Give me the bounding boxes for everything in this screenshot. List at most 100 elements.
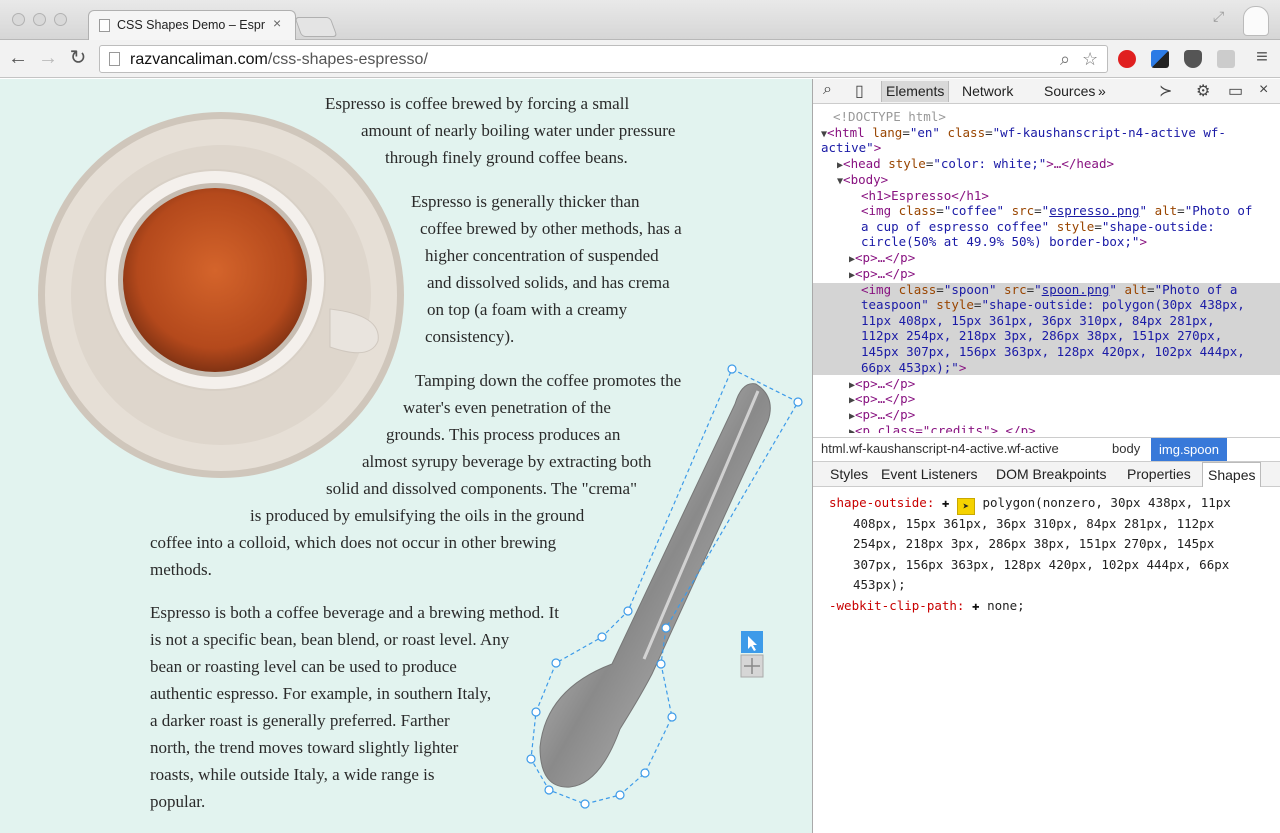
article-paragraph-4-line-4: authentic espresso. For example, in sout… <box>150 684 492 703</box>
fullscreen-icon[interactable]: ⤢ <box>1213 8 1224 25</box>
browser-tab[interactable]: CSS Shapes Demo – Espres × <box>88 10 296 41</box>
dom-p-5[interactable]: ▶<p>…</p> <box>849 407 915 425</box>
breadcrumb-img-spoon[interactable]: img.spoon <box>1151 438 1227 461</box>
menu-icon[interactable]: ≡ <box>1250 46 1274 68</box>
page-icon <box>109 52 120 66</box>
address-bar[interactable]: razvancaliman.com/css-shapes-espresso/ ⌕… <box>99 45 1108 73</box>
article-paragraph-4-line-6: north, the trend moves toward slightly l… <box>150 738 459 757</box>
back-arrow-icon[interactable]: ← <box>6 47 30 69</box>
article-paragraph-1-line-3: through finely ground coffee beans. <box>385 148 628 167</box>
article-paragraph-1-line-2: amount of nearly boiling water under pre… <box>361 121 676 140</box>
forward-arrow-icon[interactable]: → <box>36 47 60 69</box>
dom-html-class-value-2: active" <box>821 140 874 155</box>
tab-title: CSS Shapes Demo – Espres <box>117 18 265 32</box>
dom-img-coffee-src-link[interactable]: espresso.png <box>1049 203 1139 218</box>
shape-editor-select-tool-icon[interactable] <box>741 631 763 653</box>
tab-elements[interactable]: Elements <box>881 81 950 102</box>
shape-outside-value-2: 408px, 15px 361px, 36px 310px, 84px 281p… <box>853 516 1215 531</box>
dom-img-coffee-cont-2: circle(50% at 49.9% 50%) border-box;"> <box>861 234 1147 249</box>
article-paragraph-4-line-5: a darker roast is generally preferred. F… <box>150 711 450 730</box>
shape-editor-move-tool-icon[interactable] <box>740 654 764 678</box>
article-paragraph-2-line-1: Espresso is generally thicker than <box>411 192 640 211</box>
add-shape-plus-icon[interactable]: ✚ <box>942 495 950 510</box>
dom-img-coffee[interactable]: <img class="coffee" src="espresso.png" a… <box>861 203 1252 219</box>
dom-img-coffee-style-2: circle(50% at 49.9% 50%) border-box;" <box>861 234 1140 249</box>
tab-close-icon[interactable]: × <box>273 15 281 31</box>
inspect-search-icon[interactable]: ⌕ <box>823 81 832 99</box>
new-tab-button[interactable] <box>294 17 338 37</box>
pocket-extension-icon[interactable] <box>1184 50 1202 68</box>
add-clip-path-plus-icon[interactable]: ✚ <box>972 598 980 613</box>
dom-img-spoon-style-5: 66px 453px);" <box>861 360 959 375</box>
more-tabs-button[interactable]: » <box>1098 83 1106 99</box>
shape-outside-value-4: 307px, 156px 363px, 128px 420px, 102px 4… <box>853 557 1230 572</box>
delicious-extension-icon[interactable] <box>1151 50 1169 68</box>
dom-p-credits[interactable]: ▶<p class="credits">…</p> <box>849 423 1036 433</box>
dom-body[interactable]: ▼<body> <box>837 172 888 190</box>
close-devtools-icon[interactable]: × <box>1259 81 1268 99</box>
dom-h1[interactable]: <h1>Espresso</h1> <box>861 188 989 204</box>
dom-img-spoon-style-3: 112px 254px, 218px 3px, 286px 38px, 151p… <box>861 328 1223 343</box>
opera-extension-icon[interactable] <box>1118 50 1136 68</box>
tab-dom-breakpoints[interactable]: DOM Breakpoints <box>996 466 1106 482</box>
espresso-cup-image <box>38 112 404 478</box>
dom-p-4[interactable]: ▶<p>…</p> <box>849 391 915 409</box>
shape-outside-value-5: 453px); <box>853 577 906 592</box>
dock-side-icon[interactable]: ▭ <box>1228 81 1243 101</box>
dom-img-spoon-alt-2: teaspoon" <box>861 297 929 312</box>
dom-html-open[interactable]: ▼<html lang="en" class="wf-kaushanscript… <box>821 125 1226 143</box>
url-text[interactable]: razvancaliman.com/css-shapes-espresso/ <box>130 51 428 69</box>
shape-outside-value-1[interactable]: polygon(nonzero, 30px 438px, 11px <box>982 495 1230 510</box>
dom-img-spoon-src-link[interactable]: spoon.png <box>1042 282 1110 297</box>
breadcrumb-html[interactable]: html.wf-kaushanscript-n4-active.wf-activ… <box>821 441 1059 456</box>
dom-p-2-text: <p>…</p> <box>855 266 916 281</box>
reload-icon[interactable]: ↻ <box>66 47 90 69</box>
dom-p-1[interactable]: ▶<p>…</p> <box>849 250 915 268</box>
tab-network[interactable]: Network <box>962 83 1013 99</box>
url-host: razvancaliman.com <box>130 51 268 68</box>
close-window-button[interactable] <box>12 13 25 26</box>
article-paragraph-4-line-7: roasts, while outside Italy, a wide rang… <box>150 765 435 784</box>
breadcrumb-body[interactable]: body <box>1112 441 1140 456</box>
article-paragraph-2-line-6: consistency). <box>425 327 515 346</box>
dom-head[interactable]: ▶<head style="color: white;">…</head> <box>837 156 1114 174</box>
user-profile-icon[interactable] <box>1243 6 1269 36</box>
article-paragraph-2-line-3: higher concentration of suspended <box>425 246 659 265</box>
article-paragraph-3-line-1: Tamping down the coffee promotes the <box>415 371 682 390</box>
dom-img-spoon-style-4: 145px 307px, 156px 363px, 128px 420px, 1… <box>861 344 1245 359</box>
article-paragraph-3-line-2: water's even penetration of the <box>403 398 611 417</box>
tab-sources[interactable]: Sources <box>1044 83 1095 99</box>
article-paragraph-3-line-6: is produced by emulsifying the oils in t… <box>250 506 585 525</box>
dom-img-spoon[interactable]: <img class="spoon" src="spoon.png" alt="… <box>861 282 1237 298</box>
device-mode-icon[interactable]: ▯ <box>855 81 864 101</box>
linkedin-extension-icon[interactable] <box>1217 50 1235 68</box>
settings-gear-icon[interactable]: ⚙ <box>1196 81 1210 101</box>
tab-shapes[interactable]: Shapes <box>1202 462 1262 487</box>
bookmark-star-icon[interactable]: ☆ <box>1082 49 1098 70</box>
article-paragraph-4-line-2: is not a specific bean, bean blend, or r… <box>150 630 510 649</box>
dom-html-tag: html <box>834 125 865 140</box>
web-page: Espresso is coffee brewed by forcing a s… <box>0 79 812 833</box>
minimize-window-button[interactable] <box>33 13 46 26</box>
tab-styles[interactable]: Styles <box>830 466 868 482</box>
dom-p-2[interactable]: ▶<p>…</p> <box>849 266 915 284</box>
dom-img-coffee-alt-1: "Photo of <box>1184 203 1253 218</box>
console-drawer-icon[interactable]: ≻ <box>1159 81 1172 101</box>
article-paragraph-3-line-4: almost syrupy beverage by extracting bot… <box>362 452 652 471</box>
dom-head-style-value: "color: white;" <box>933 156 1047 171</box>
dom-p-credits-text: <p class="credits">…</p> <box>855 423 1036 433</box>
dom-img-coffee-style-1: "shape-outside: <box>1101 219 1215 234</box>
article-paragraph-2-line-5: on top (a foam with a creamy <box>427 300 628 319</box>
article-paragraph-4-line-3: bean or roasting level can be used to pr… <box>150 657 457 676</box>
dom-p-5-text: <p>…</p> <box>855 407 916 422</box>
tab-event-listeners[interactable]: Event Listeners <box>881 466 978 482</box>
clip-path-value[interactable]: none; <box>987 598 1025 613</box>
shape-edit-cursor-icon[interactable]: ➤ <box>956 498 975 515</box>
zoom-window-button[interactable] <box>54 13 67 26</box>
devtools-toolbar: ⌕ ▯ Elements Network Sources » ≻ ⚙ ▭ × <box>813 79 1280 104</box>
breadcrumb: html.wf-kaushanscript-n4-active.wf-activ… <box>813 437 1280 461</box>
zoom-search-icon[interactable]: ⌕ <box>1060 49 1070 70</box>
dom-html-class-value-1: "wf-kaushanscript-n4-active wf- <box>992 125 1226 140</box>
tab-properties[interactable]: Properties <box>1127 466 1191 482</box>
article-paragraph-3-line-7: coffee into a colloid, which does not oc… <box>150 533 557 552</box>
